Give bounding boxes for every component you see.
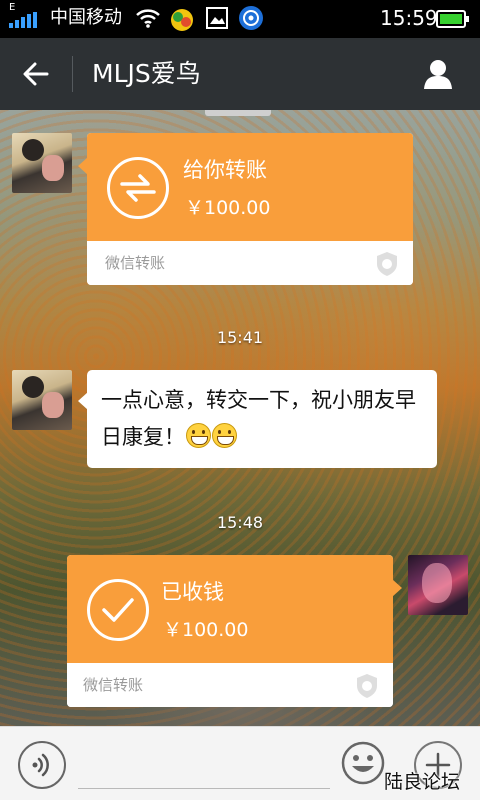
transfer-title: 已收钱 xyxy=(161,580,224,604)
message-input[interactable] xyxy=(78,788,330,789)
voice-input-button[interactable] xyxy=(18,741,66,789)
message-text: 一点心意，转交一下，祝小朋友早日康复！ xyxy=(101,388,416,449)
bubble-tail xyxy=(78,392,88,410)
transfer-card-footer: 微信转账 xyxy=(87,241,413,285)
message-time: 15:48 xyxy=(216,513,264,532)
voice-icon xyxy=(32,753,49,777)
transfer-amount: ￥100.00 xyxy=(185,197,271,219)
transfer-card-header: 给你转账 ￥100.00 xyxy=(87,133,413,241)
transfer-source-label: 微信转账 xyxy=(83,676,144,694)
text-message-bubble[interactable]: 一点心意，转交一下，祝小朋友早日康复！ xyxy=(78,370,437,468)
chat-title: MLJS爱鸟 xyxy=(92,59,201,88)
browser-notification-icon xyxy=(239,6,263,30)
avatar-contact[interactable] xyxy=(12,133,72,193)
transfer-arrows-icon xyxy=(107,157,169,219)
battery-icon xyxy=(436,10,469,28)
wifi-icon xyxy=(136,9,160,28)
app-notification-icon xyxy=(171,9,193,31)
avatar-contact[interactable] xyxy=(12,370,72,430)
transfer-card-received[interactable]: 已收钱 ￥100.00 微信转账 xyxy=(67,555,402,707)
header-divider xyxy=(72,56,73,92)
checkmark-icon xyxy=(87,579,149,641)
forum-watermark: 陆良论坛 xyxy=(384,771,461,793)
signal-icon xyxy=(9,12,37,28)
transfer-card-footer: 微信转账 xyxy=(67,663,393,707)
image-icon xyxy=(206,7,228,29)
grin-emoji xyxy=(186,423,211,448)
avatar-self[interactable] xyxy=(408,555,468,615)
person-icon xyxy=(424,60,452,89)
status-bar: E 中国移动 15:59 xyxy=(0,0,480,38)
chat-info-button[interactable] xyxy=(416,54,460,94)
transfer-source-label: 微信转账 xyxy=(105,254,166,272)
message-time: 15:41 xyxy=(216,328,264,347)
grin-emoji xyxy=(212,423,237,448)
chat-header: MLJS爱鸟 xyxy=(0,38,480,110)
transfer-card-header: 已收钱 ￥100.00 xyxy=(67,555,393,663)
wechat-pay-shield-icon xyxy=(357,674,377,698)
back-button[interactable] xyxy=(14,54,58,94)
bubble-tail xyxy=(392,579,402,597)
scroll-indicator[interactable] xyxy=(205,110,271,116)
clock: 15:59 xyxy=(380,6,438,30)
carrier-name: 中国移动 xyxy=(50,7,122,28)
transfer-amount: ￥100.00 xyxy=(163,619,249,641)
smiley-icon[interactable] xyxy=(341,741,385,785)
transfer-card-incoming[interactable]: 给你转账 ￥100.00 微信转账 xyxy=(78,133,413,285)
wechat-pay-shield-icon xyxy=(377,252,397,276)
transfer-title: 给你转账 xyxy=(183,158,267,182)
back-arrow-icon xyxy=(23,62,49,86)
